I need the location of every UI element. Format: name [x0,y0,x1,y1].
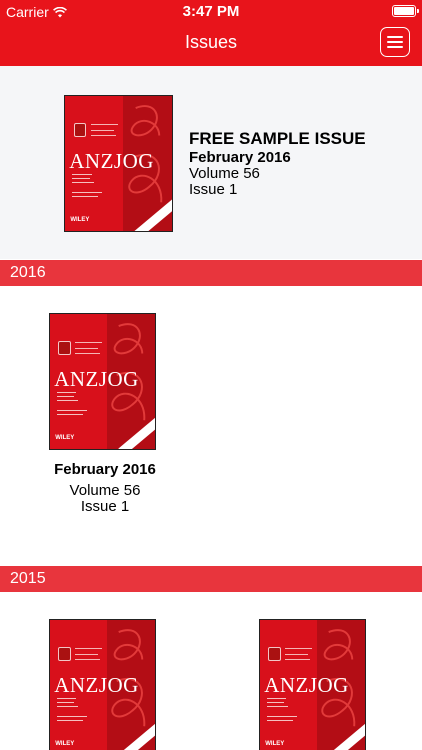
featured-info: FREE SAMPLE ISSUE February 2016 Volume 5… [189,129,366,198]
featured-heading: FREE SAMPLE ISSUE [189,129,366,148]
status-time: 3:47 PM [182,3,240,20]
issue-volume: Volume 56 [69,482,141,499]
issue-cover[interactable]: ANZJOG WILEY [259,619,366,750]
cover-publisher: WILEY [55,740,75,747]
crest-icon [268,647,281,661]
featured-cover[interactable]: ANZJOG WILEY [64,95,173,232]
issue-number: Issue 1 [80,498,130,515]
cover-title: ANZJOG [264,672,349,697]
menu-button[interactable] [380,27,410,57]
hamburger-icon [387,36,403,38]
crest-icon [58,647,71,661]
section-header-2015: 2015 [0,566,422,592]
cover-title: ANZJOG [54,672,139,697]
cover-publisher: WILEY [55,434,75,441]
navigation-bar: Carrier 3:47 PM Issues [0,0,422,66]
featured-issue-number: Issue 1 [189,181,238,198]
cover-title: ANZJOG [69,148,154,173]
crest-icon [73,123,87,137]
status-bar: Carrier 3:47 PM [0,0,422,22]
page-title: Issues [184,32,238,52]
issue-cover[interactable]: ANZJOG WILEY [49,619,156,750]
issue-date[interactable]: February 2016 [30,461,180,478]
cover-title: ANZJOG [54,366,139,391]
featured-volume: Volume 56 [189,165,260,182]
crest-icon [58,341,71,355]
featured-issue[interactable]: ANZJOG WILEY FREE SAMPLE ISSUE February … [0,66,422,259]
featured-date: February 2016 [189,149,291,166]
section-header-2016: 2016 [0,260,422,286]
cover-publisher: WILEY [70,216,90,223]
cover-publisher: WILEY [265,740,285,747]
issue-cover[interactable]: ANZJOG WILEY [49,313,156,450]
battery-icon [392,5,419,17]
